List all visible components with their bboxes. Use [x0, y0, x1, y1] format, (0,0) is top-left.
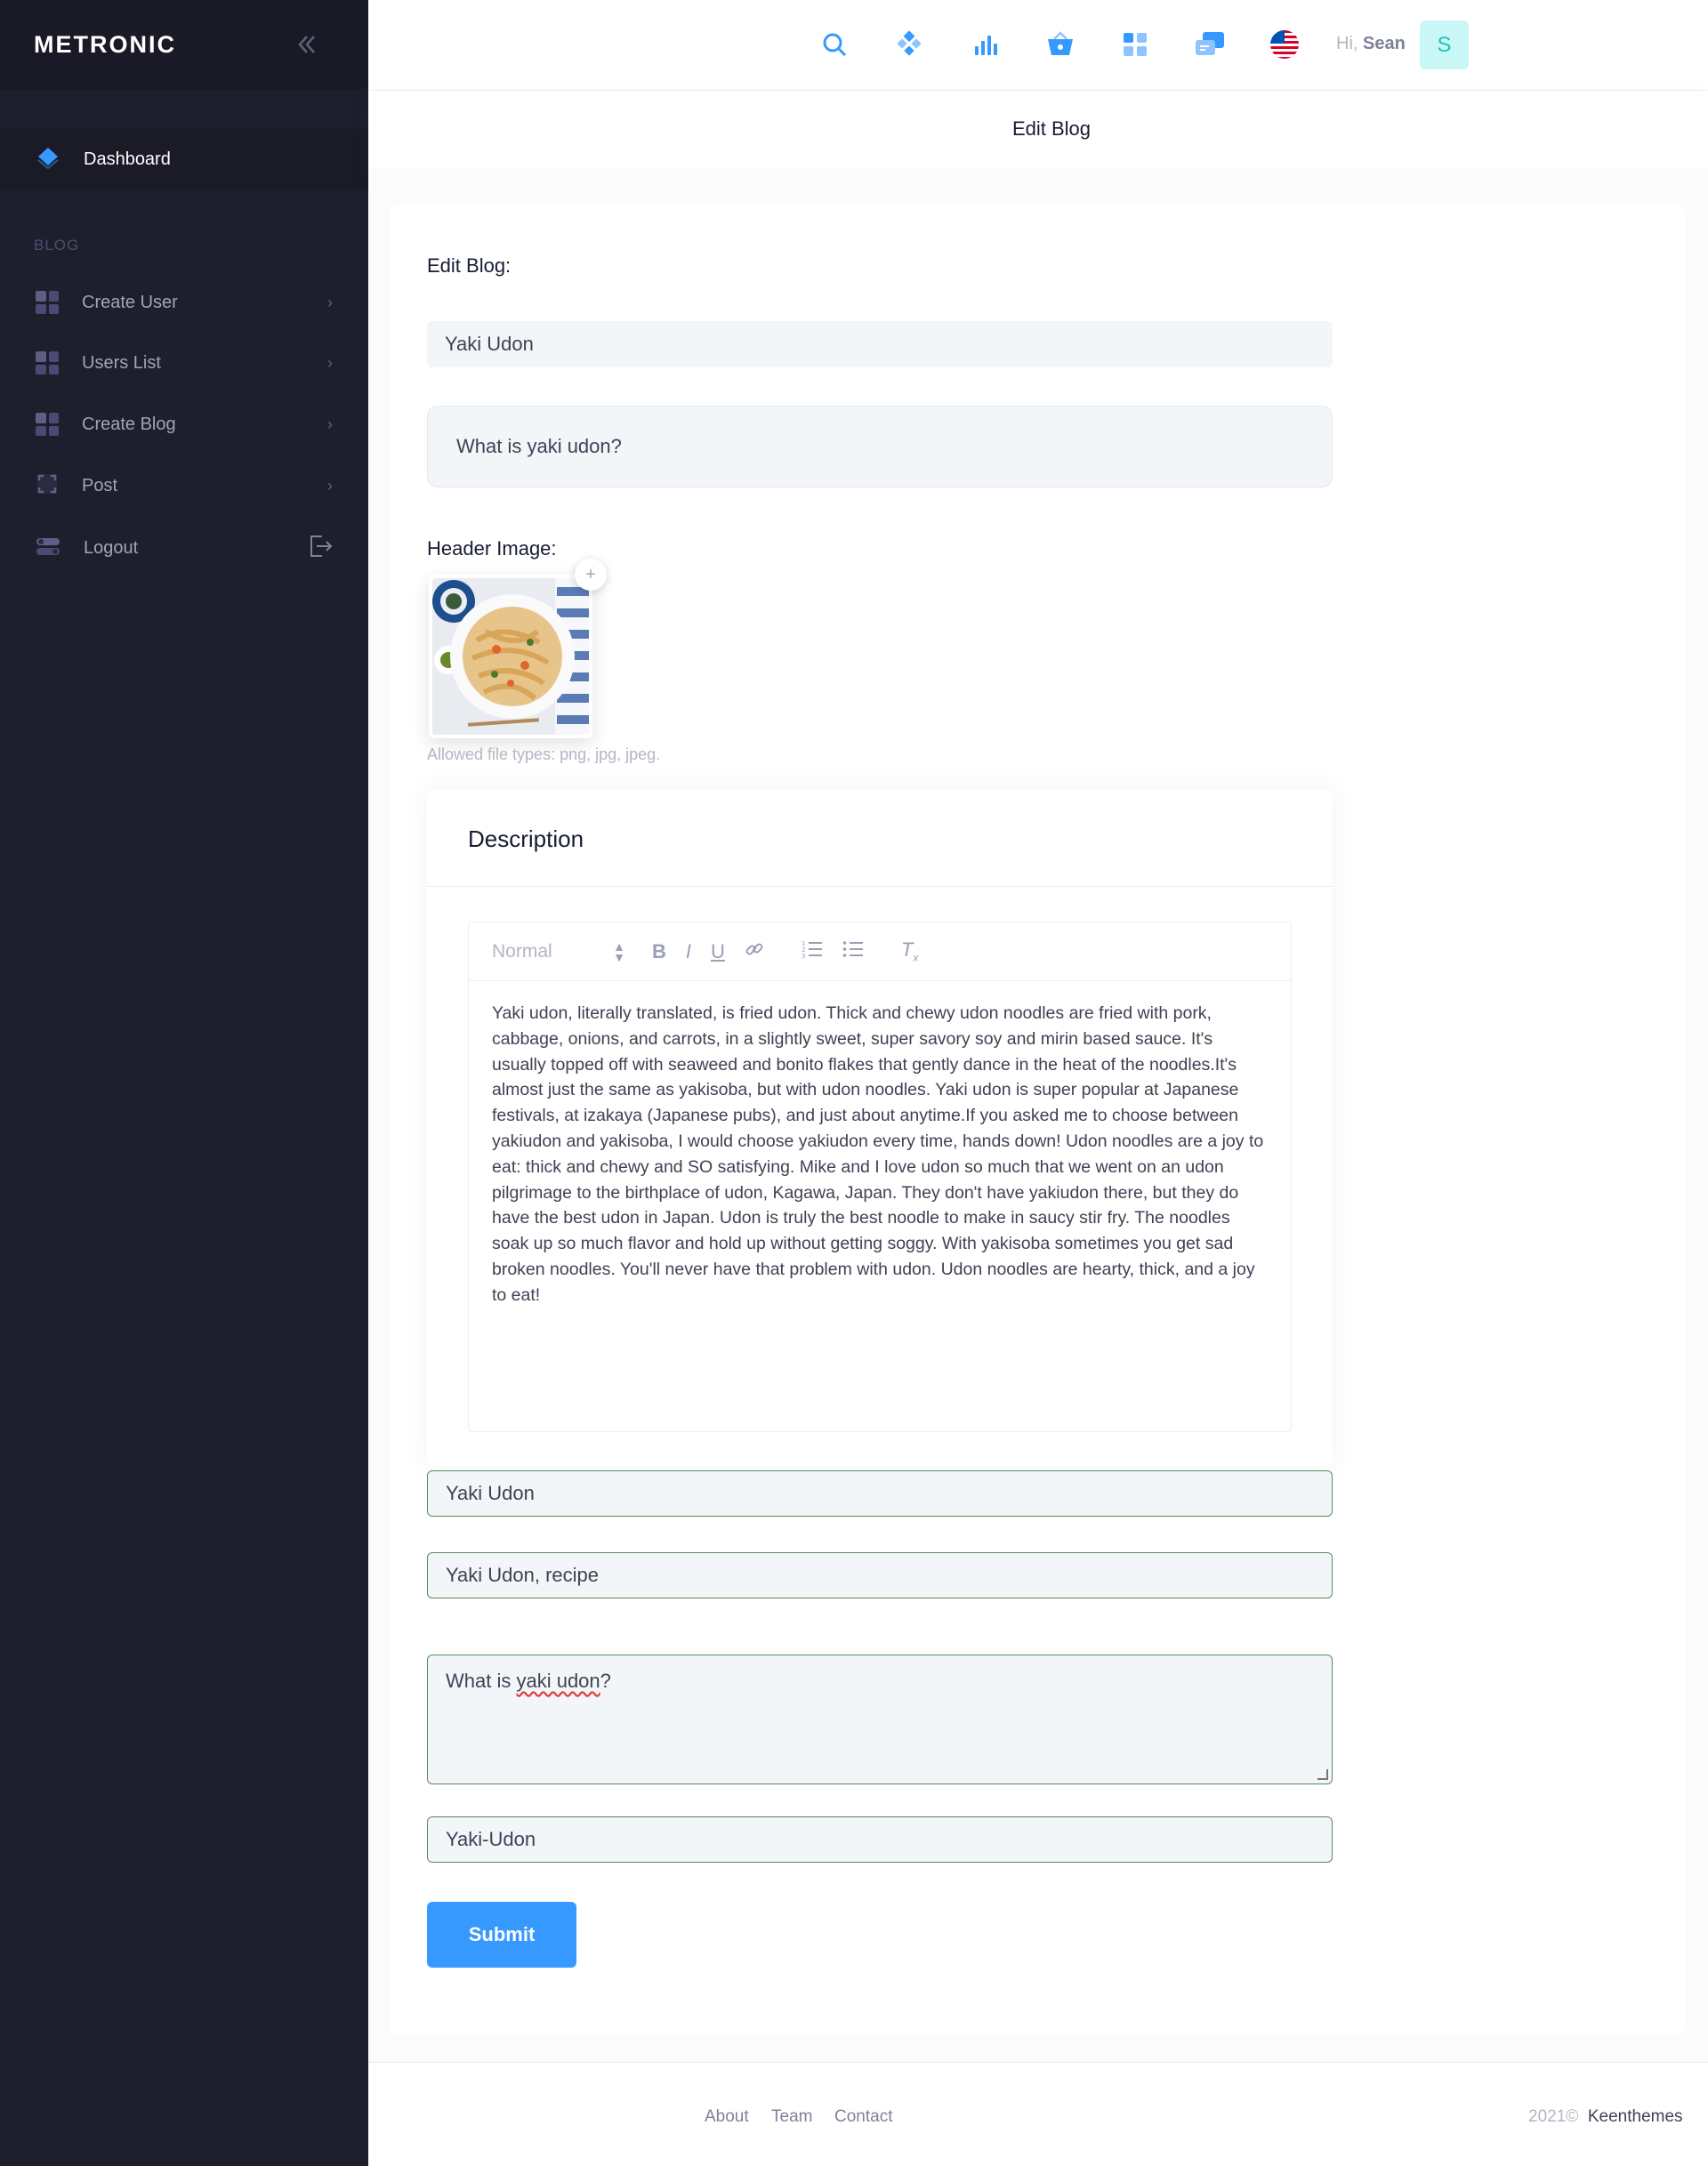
- layers-icon: [36, 145, 60, 174]
- subtitle-input[interactable]: What is yaki udon?: [427, 406, 1333, 487]
- header-image-label: Header Image:: [427, 537, 557, 560]
- chevron-right-icon: ›: [327, 293, 333, 311]
- chevron-right-icon: ›: [327, 353, 333, 372]
- resize-handle[interactable]: [1317, 1769, 1328, 1780]
- divider: [427, 886, 1333, 887]
- submit-button[interactable]: Submit: [427, 1902, 576, 1968]
- chart-icon[interactable]: [968, 27, 1003, 62]
- meta-description-textarea[interactable]: What is yaki udon?: [427, 1655, 1333, 1784]
- avatar[interactable]: S: [1420, 20, 1469, 69]
- toggle-icon: [36, 534, 60, 563]
- link-icon[interactable]: [745, 939, 764, 964]
- page-title: Edit Blog: [1011, 117, 1092, 140]
- title-input[interactable]: Yaki Udon: [427, 321, 1333, 367]
- footer-link-about[interactable]: About: [705, 2107, 749, 2127]
- sidebar-brand: METRONIC: [0, 0, 368, 89]
- basket-icon[interactable]: [1043, 27, 1078, 62]
- user-greeting[interactable]: Hi, Sean: [1336, 34, 1406, 54]
- sidebar-item-dashboard[interactable]: Dashboard: [0, 129, 368, 189]
- user-name: Sean: [1363, 34, 1406, 53]
- change-image-button[interactable]: +: [575, 559, 607, 591]
- sort-icon: ▲ ▼: [613, 938, 625, 964]
- meta-title-input[interactable]: Yaki Udon: [427, 1470, 1333, 1517]
- apps-icon: [36, 413, 59, 436]
- chat-icon[interactable]: [1192, 27, 1228, 62]
- ordered-list-icon[interactable]: 123: [802, 939, 823, 964]
- editor-content[interactable]: Yaki udon, literally translated, is frie…: [469, 981, 1291, 1328]
- sidebar: METRONIC Dashboard BLOG Create User › Us…: [0, 0, 368, 2166]
- sidebar-item-label: Users List: [82, 352, 161, 373]
- topbar: Hi, Sean S: [368, 0, 1708, 91]
- frame-icon: [36, 472, 59, 500]
- clear-format-icon[interactable]: Tx: [901, 938, 918, 963]
- description-card: Description Normal ▲ ▼ B I U 123 Tx Yaki …: [427, 790, 1333, 1466]
- collapse-sidebar-icon[interactable]: [294, 31, 320, 58]
- file-type-hint: Allowed file types: png, jpg, jpeg.: [427, 745, 661, 763]
- sidebar-item-label: Dashboard: [84, 149, 171, 169]
- us-flag-icon[interactable]: [1267, 27, 1302, 62]
- keywords-input[interactable]: Yaki Udon, recipe: [427, 1552, 1333, 1598]
- svg-text:3: 3: [802, 953, 805, 959]
- company-link[interactable]: Keenthemes: [1588, 2107, 1683, 2126]
- sidebar-item-create-blog[interactable]: Create Blog ›: [0, 398, 368, 451]
- sidebar-item-label: Create Blog: [82, 414, 176, 434]
- apps-icon: [36, 351, 59, 374]
- footer-link-team[interactable]: Team: [771, 2107, 812, 2127]
- editor-toolbar: Normal ▲ ▼ B I U 123 Tx: [469, 922, 1291, 981]
- form-heading: Edit Blog:: [427, 254, 512, 277]
- slug-input[interactable]: Yaki-Udon: [427, 1816, 1333, 1863]
- header-image-preview[interactable]: [429, 575, 592, 738]
- italic-icon[interactable]: I: [686, 940, 691, 963]
- udon-image: [432, 578, 589, 735]
- format-select[interactable]: Normal ▲ ▼: [492, 938, 625, 964]
- footer-link-contact[interactable]: Contact: [834, 2107, 892, 2127]
- logo[interactable]: METRONIC: [34, 31, 176, 59]
- apps-icon: [36, 291, 59, 314]
- rich-text-editor: Normal ▲ ▼ B I U 123 Tx Yaki udon, litera…: [468, 922, 1292, 1432]
- sign-out-icon: [308, 533, 333, 564]
- bullet-list-icon[interactable]: [842, 939, 864, 964]
- sidebar-item-label: Logout: [84, 537, 139, 558]
- apps-icon[interactable]: [1117, 27, 1153, 62]
- misspelled-text: yaki udon: [516, 1670, 600, 1692]
- sidebar-item-users-list[interactable]: Users List ›: [0, 336, 368, 390]
- subheader: Edit Blog: [368, 91, 1708, 167]
- sidebar-item-logout[interactable]: Logout: [0, 521, 368, 575]
- underline-icon[interactable]: U: [711, 940, 725, 963]
- description-title: Description: [468, 825, 584, 852]
- chevron-right-icon: ›: [327, 415, 333, 433]
- sidebar-item-label: Create User: [82, 292, 178, 312]
- copyright: 2021© Keenthemes: [1528, 2107, 1683, 2126]
- sidebar-item-post[interactable]: Post ›: [0, 459, 368, 512]
- layers-icon[interactable]: [891, 27, 927, 62]
- sidebar-section-title: BLOG: [34, 237, 80, 254]
- sidebar-item-label: Post: [82, 475, 118, 495]
- sidebar-item-create-user[interactable]: Create User ›: [0, 276, 368, 329]
- bold-icon[interactable]: B: [652, 940, 666, 963]
- search-icon[interactable]: [817, 27, 852, 62]
- chevron-right-icon: ›: [327, 476, 333, 495]
- footer: About Team Contact 2021© Keenthemes: [368, 2062, 1708, 2166]
